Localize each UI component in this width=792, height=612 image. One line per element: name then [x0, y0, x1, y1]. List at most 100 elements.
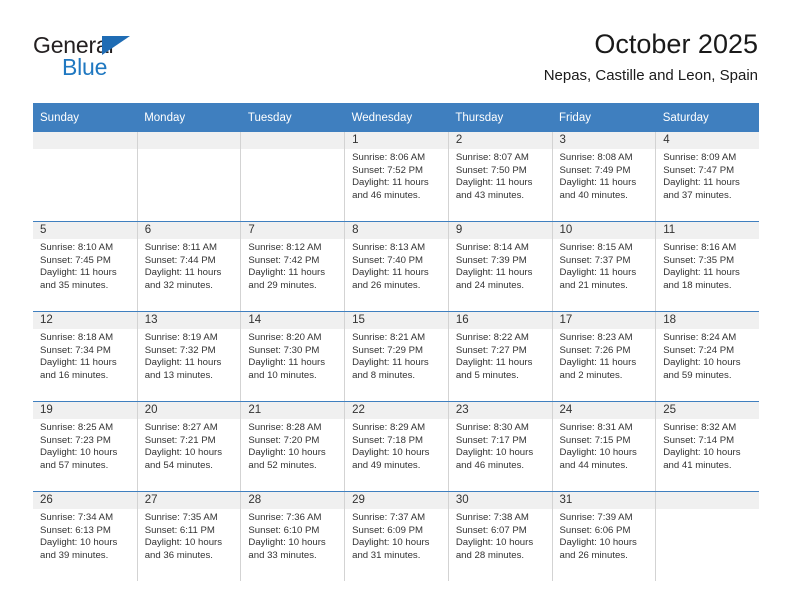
day-box: 2 Sunrise: 8:07 AM Sunset: 7:50 PM Daylight…: [447, 132, 552, 221]
day-details: Sunrise: 8:06 AM Sunset: 7:52 PM Daylight:…: [345, 149, 448, 202]
sunrise-text: Sunrise: 8:10 AM: [40, 242, 114, 253]
daylight-text-line2: and 18 minutes.: [663, 279, 732, 291]
daylight-text-line2: and 36 minutes.: [144, 549, 213, 561]
daylight-text-line2: and 33 minutes.: [248, 549, 317, 561]
calendar-cell-day[interactable]: 2 Sunrise: 8:07 AM Sunset: 7:50 PM Daylight…: [447, 132, 552, 222]
day-details: Sunrise: 8:29 AM Sunset: 7:18 PM Daylight:…: [345, 419, 448, 472]
day-number: 6: [137, 222, 241, 239]
logo-triangle-icon: [102, 36, 130, 55]
day-number: 16: [448, 312, 552, 329]
daylight-text-line2: and 37 minutes.: [663, 189, 732, 201]
sunset-text: Sunset: 7:49 PM: [559, 164, 631, 176]
day-box: 30 Sunrise: 7:38 AM Sunset: 6:07 PM Dayligh…: [447, 492, 552, 581]
calendar-cell-day[interactable]: 13 Sunrise: 8:19 AM Sunset: 7:32 PM Dayligh…: [136, 311, 241, 402]
day-details: Sunrise: 7:35 AM Sunset: 6:11 PM Daylight:…: [138, 509, 241, 562]
day-box: 7 Sunrise: 8:12 AM Sunset: 7:42 PM Daylight…: [240, 222, 345, 311]
calendar-week-row: 12 Sunrise: 8:18 AM Sunset: 7:34 PM Dayligh…: [33, 311, 759, 402]
day-box: 26 Sunrise: 7:34 AM Sunset: 6:13 PM Dayligh…: [33, 492, 137, 581]
day-number: 29: [345, 492, 448, 509]
calendar-cell-day[interactable]: 16 Sunrise: 8:22 AM Sunset: 7:27 PM Dayligh…: [447, 311, 552, 402]
calendar-cell-day[interactable]: 14 Sunrise: 8:20 AM Sunset: 7:30 PM Dayligh…: [240, 311, 345, 402]
calendar-cell-day[interactable]: 9 Sunrise: 8:14 AM Sunset: 7:39 PM Daylight…: [447, 221, 552, 312]
calendar-cell-day[interactable]: 24 Sunrise: 8:31 AM Sunset: 7:15 PM Dayligh…: [551, 401, 656, 492]
daylight-text-line1: Daylight: 11 hours: [248, 357, 326, 369]
calendar-cell-day[interactable]: 12 Sunrise: 8:18 AM Sunset: 7:34 PM Dayligh…: [33, 311, 137, 402]
calendar-cell-day[interactable]: 27 Sunrise: 7:35 AM Sunset: 6:11 PM Dayligh…: [136, 491, 241, 581]
sunrise-text: Sunrise: 8:11 AM: [144, 242, 218, 253]
weekday-header-row: Sunday Monday Tuesday Wednesday Thursday…: [33, 103, 759, 132]
sunset-text: Sunset: 7:27 PM: [455, 344, 527, 356]
day-box: 9 Sunrise: 8:14 AM Sunset: 7:39 PM Daylight…: [447, 222, 552, 311]
calendar-cell-day[interactable]: 25 Sunrise: 8:32 AM Sunset: 7:14 PM Dayligh…: [655, 401, 759, 492]
weekday-header-friday: Friday: [551, 103, 656, 132]
day-number: 18: [656, 312, 759, 329]
calendar-cell-day[interactable]: 26 Sunrise: 7:34 AM Sunset: 6:13 PM Dayligh…: [33, 491, 137, 581]
daylight-text-line1: Daylight: 10 hours: [352, 447, 430, 459]
day-details: Sunrise: 8:08 AM Sunset: 7:49 PM Daylight:…: [553, 149, 656, 202]
sunrise-text: Sunrise: 8:32 AM: [663, 422, 737, 433]
calendar-cell-day[interactable]: 22 Sunrise: 8:29 AM Sunset: 7:18 PM Dayligh…: [344, 401, 448, 492]
daylight-text-line2: and 44 minutes.: [559, 459, 628, 471]
calendar-cell-day[interactable]: 6 Sunrise: 8:11 AM Sunset: 7:44 PM Daylight…: [136, 221, 241, 312]
daylight-text-line2: and 29 minutes.: [248, 279, 317, 291]
daylight-text-line2: and 43 minutes.: [455, 189, 525, 201]
daylight-text-line1: Daylight: 11 hours: [248, 267, 326, 279]
day-box: 6 Sunrise: 8:11 AM Sunset: 7:44 PM Daylight…: [136, 222, 241, 311]
calendar-cell-day[interactable]: 21 Sunrise: 8:28 AM Sunset: 7:20 PM Dayligh…: [240, 401, 345, 492]
day-details: Sunrise: 8:28 AM Sunset: 7:20 PM Daylight:…: [241, 419, 344, 472]
calendar-cell-day[interactable]: 11 Sunrise: 8:16 AM Sunset: 7:35 PM Dayligh…: [655, 221, 759, 312]
daylight-text-line2: and 46 minutes.: [352, 189, 421, 201]
daylight-text-line2: and 26 minutes.: [559, 549, 628, 561]
calendar-cell-day[interactable]: 20 Sunrise: 8:27 AM Sunset: 7:21 PM Dayligh…: [136, 401, 241, 492]
day-number: 19: [33, 402, 137, 419]
calendar-cell-day[interactable]: 8 Sunrise: 8:13 AM Sunset: 7:40 PM Daylight…: [344, 221, 448, 312]
calendar-cell-day[interactable]: 31 Sunrise: 7:39 AM Sunset: 6:06 PM Dayligh…: [551, 491, 656, 581]
day-details: Sunrise: 7:36 AM Sunset: 6:10 PM Daylight:…: [241, 509, 344, 562]
calendar-cell-day[interactable]: 17 Sunrise: 8:23 AM Sunset: 7:26 PM Dayligh…: [551, 311, 656, 402]
page-subtitle: Nepas, Castille and Leon, Spain: [543, 67, 758, 84]
daylight-text-line2: and 46 minutes.: [455, 459, 525, 471]
calendar-cell-day[interactable]: 23 Sunrise: 8:30 AM Sunset: 7:17 PM Dayligh…: [447, 401, 552, 492]
daylight-text-line2: and 16 minutes.: [40, 369, 109, 381]
sunset-text: Sunset: 6:10 PM: [248, 524, 320, 536]
calendar-cell-empty: [33, 132, 137, 222]
day-details: Sunrise: 8:19 AM Sunset: 7:32 PM Daylight:…: [138, 329, 241, 382]
day-box: 3 Sunrise: 8:08 AM Sunset: 7:49 PM Daylight…: [551, 132, 656, 221]
daylight-text-line2: and 2 minutes.: [559, 369, 623, 381]
day-box: 10 Sunrise: 8:15 AM Sunset: 7:37 PM Dayligh…: [551, 222, 656, 311]
calendar-cell-day[interactable]: 5 Sunrise: 8:10 AM Sunset: 7:45 PM Daylight…: [33, 221, 137, 312]
day-box: 15 Sunrise: 8:21 AM Sunset: 7:29 PM Dayligh…: [344, 312, 448, 401]
daylight-text-line1: Daylight: 11 hours: [455, 267, 533, 279]
calendar-cell-day[interactable]: 4 Sunrise: 8:09 AM Sunset: 7:47 PM Daylight…: [655, 132, 759, 222]
day-box: [136, 132, 241, 221]
daylight-text-line2: and 39 minutes.: [40, 549, 109, 561]
day-box: [33, 132, 137, 221]
daylight-text-line2: and 59 minutes.: [663, 369, 732, 381]
day-number: 23: [448, 402, 552, 419]
calendar-cell-day[interactable]: 3 Sunrise: 8:08 AM Sunset: 7:49 PM Daylight…: [551, 132, 656, 222]
calendar-cell-day[interactable]: 19 Sunrise: 8:25 AM Sunset: 7:23 PM Dayligh…: [33, 401, 137, 492]
calendar-cell-day[interactable]: 29 Sunrise: 7:37 AM Sunset: 6:09 PM Dayligh…: [344, 491, 448, 581]
sunset-text: Sunset: 7:30 PM: [248, 344, 320, 356]
daylight-text-line1: Daylight: 11 hours: [455, 357, 533, 369]
calendar-cell-day[interactable]: 18 Sunrise: 8:24 AM Sunset: 7:24 PM Dayligh…: [655, 311, 759, 402]
day-details: Sunrise: 8:21 AM Sunset: 7:29 PM Daylight:…: [345, 329, 448, 382]
calendar-cell-empty: [136, 132, 241, 222]
calendar-cell-day[interactable]: 10 Sunrise: 8:15 AM Sunset: 7:37 PM Dayligh…: [551, 221, 656, 312]
sunset-text: Sunset: 7:23 PM: [40, 434, 111, 446]
day-number: 1: [345, 132, 448, 149]
daylight-text-line1: Daylight: 10 hours: [40, 447, 118, 459]
day-number: 15: [345, 312, 448, 329]
calendar-cell-day[interactable]: 30 Sunrise: 7:38 AM Sunset: 6:07 PM Dayligh…: [447, 491, 552, 581]
calendar-cell-day[interactable]: 15 Sunrise: 8:21 AM Sunset: 7:29 PM Dayligh…: [344, 311, 448, 402]
sunset-text: Sunset: 6:07 PM: [455, 524, 527, 536]
sunrise-text: Sunrise: 8:07 AM: [455, 152, 529, 163]
calendar-cell-day[interactable]: 1 Sunrise: 8:06 AM Sunset: 7:52 PM Daylight…: [344, 132, 448, 222]
sunset-text: Sunset: 7:15 PM: [559, 434, 631, 446]
day-box: 4 Sunrise: 8:09 AM Sunset: 7:47 PM Daylight…: [655, 132, 759, 221]
day-number: 30: [448, 492, 552, 509]
title-block: October 2025 Nepas, Castille and Leon, S…: [544, 28, 758, 86]
calendar-cell-day[interactable]: 7 Sunrise: 8:12 AM Sunset: 7:42 PM Daylight…: [240, 221, 345, 312]
sunset-text: Sunset: 7:20 PM: [248, 434, 320, 446]
calendar-cell-day[interactable]: 28 Sunrise: 7:36 AM Sunset: 6:10 PM Dayligh…: [240, 491, 345, 581]
